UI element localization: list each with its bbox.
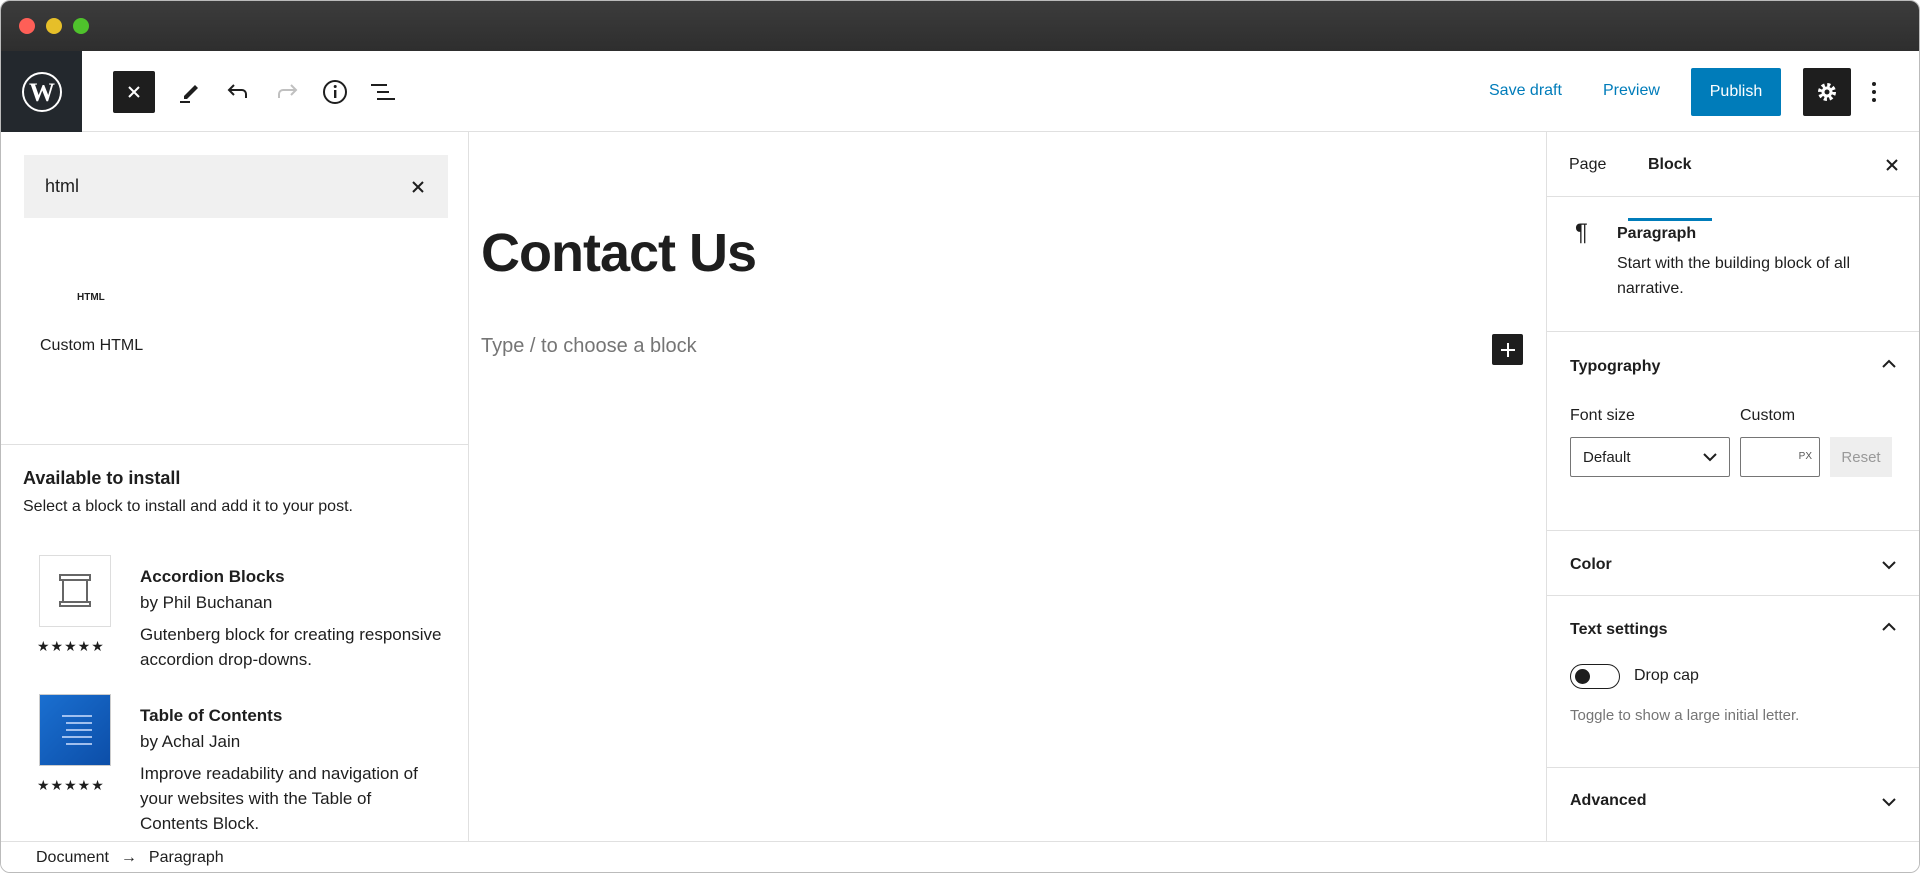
- top-toolbar: W Save draft Preview Publish: [1, 51, 1919, 132]
- tab-page[interactable]: Page: [1569, 156, 1606, 174]
- custom-font-size-input[interactable]: PX: [1740, 437, 1820, 477]
- minimize-window-button[interactable]: [46, 18, 62, 34]
- close-sidebar-icon[interactable]: [1885, 158, 1899, 172]
- breadcrumb-document[interactable]: Document: [36, 849, 109, 867]
- settings-button[interactable]: [1803, 68, 1851, 116]
- tools-button[interactable]: [168, 71, 210, 113]
- info-icon: [323, 80, 347, 104]
- gear-icon: [1818, 83, 1836, 101]
- undo-icon: [227, 84, 247, 98]
- custom-label: Custom: [1740, 407, 1796, 424]
- close-inserter-button[interactable]: [113, 71, 155, 113]
- maximize-window-button[interactable]: [73, 18, 89, 34]
- block-label: Custom HTML: [40, 337, 144, 354]
- custom-html-block-item[interactable]: HTML Custom HTML: [17, 292, 167, 382]
- typography-toggle[interactable]: Typography: [1570, 358, 1660, 376]
- install-title: Available to install: [23, 468, 181, 488]
- drop-cap-help: Toggle to show a large initial letter.: [1570, 707, 1800, 724]
- advanced-panel[interactable]: Advanced: [1547, 768, 1919, 841]
- block-card: ¶ Paragraph Start with the building bloc…: [1547, 197, 1919, 332]
- add-block-button[interactable]: [1492, 334, 1523, 365]
- editor-window: W Save draft Preview Publish html HTML C…: [0, 0, 1920, 873]
- plugin-title: Table of Contents: [140, 706, 283, 725]
- save-draft-button[interactable]: Save draft: [1489, 82, 1562, 100]
- breadcrumb-paragraph[interactable]: Paragraph: [149, 849, 224, 867]
- chevron-up-icon[interactable]: [1881, 621, 1897, 633]
- svg-text:W: W: [29, 78, 55, 107]
- font-size-select[interactable]: Default: [1570, 437, 1730, 477]
- chevron-up-icon[interactable]: [1881, 358, 1897, 370]
- plugin-item[interactable]: ★★★★★ Table of Contents by Achal Jain Im…: [1, 691, 468, 833]
- advanced-toggle[interactable]: Advanced: [1570, 792, 1646, 810]
- rating-stars: ★★★★★: [37, 777, 105, 793]
- redo-icon: [278, 84, 298, 98]
- paragraph-icon: ¶: [1575, 219, 1588, 246]
- color-panel[interactable]: Color: [1547, 531, 1919, 596]
- drop-cap-toggle[interactable]: [1570, 664, 1620, 689]
- sidebar-tabs: Page Block: [1547, 132, 1919, 221]
- block-search-input[interactable]: html: [24, 155, 448, 218]
- close-icon: [128, 86, 140, 98]
- text-settings-panel: Text settings Drop cap Toggle to show a …: [1547, 596, 1919, 768]
- reset-button[interactable]: Reset: [1830, 437, 1892, 477]
- plugin-item[interactable]: ★★★★★ Accordion Blocks by Phil Buchanan …: [1, 552, 468, 682]
- plugin-author: by Phil Buchanan: [140, 593, 273, 612]
- more-vertical-icon: [1872, 82, 1876, 102]
- pencil-icon: [180, 85, 198, 103]
- undo-button[interactable]: [217, 71, 259, 113]
- page-title[interactable]: Contact Us: [481, 222, 757, 284]
- block-inserter-panel: html HTML Custom HTML Available to insta…: [1, 132, 469, 841]
- chevron-down-icon: [1703, 453, 1717, 462]
- publish-button[interactable]: Publish: [1691, 68, 1781, 116]
- plugin-author: by Achal Jain: [140, 732, 241, 751]
- accordion-plugin-icon: [39, 555, 111, 627]
- plugin-desc: Gutenberg block for creating responsive …: [140, 625, 442, 669]
- table-of-contents-plugin-icon: [39, 694, 111, 766]
- font-size-label: Font size: [1570, 407, 1635, 424]
- plugin-desc: Improve readability and navigation of yo…: [140, 764, 418, 833]
- block-desc: Start with the building block of all nar…: [1617, 255, 1851, 297]
- plugin-title: Accordion Blocks: [140, 567, 285, 586]
- divider: [1, 444, 468, 445]
- font-size-value: Default: [1583, 449, 1631, 466]
- search-value: html: [45, 176, 80, 196]
- list-view-button[interactable]: [362, 71, 404, 113]
- block-name: Paragraph: [1617, 225, 1697, 242]
- arrow-right-icon: →: [120, 849, 137, 866]
- plus-icon: [1500, 342, 1515, 357]
- clear-search-icon[interactable]: [410, 179, 426, 195]
- chevron-down-icon[interactable]: [1881, 796, 1897, 808]
- install-desc: Select a block to install and add it to …: [23, 498, 353, 515]
- chevron-down-icon[interactable]: [1881, 559, 1897, 571]
- paragraph-placeholder[interactable]: Type / to choose a block: [481, 335, 697, 358]
- text-settings-toggle[interactable]: Text settings: [1570, 621, 1668, 639]
- breadcrumb: Document → Paragraph: [1, 841, 1919, 872]
- editor-canvas: Contact Us Type / to choose a block: [469, 132, 1546, 841]
- typography-panel: Typography Font size Custom Default PX R…: [1547, 332, 1919, 531]
- title-bar: [1, 1, 1919, 51]
- rating-stars: ★★★★★: [37, 638, 105, 654]
- settings-sidebar: Page Block ¶ Paragraph Start with the bu…: [1546, 132, 1919, 841]
- html-icon: HTML: [77, 292, 105, 303]
- drop-cap-label: Drop cap: [1634, 667, 1699, 684]
- preview-button[interactable]: Preview: [1603, 82, 1660, 100]
- list-view-icon: [371, 84, 395, 100]
- wordpress-logo-icon[interactable]: W: [1, 51, 82, 132]
- color-toggle[interactable]: Color: [1570, 556, 1612, 574]
- redo-button[interactable]: [266, 71, 308, 113]
- unit-label: PX: [1798, 451, 1812, 462]
- details-button[interactable]: [314, 71, 356, 113]
- more-options-button[interactable]: [1854, 71, 1894, 113]
- close-window-button[interactable]: [19, 18, 35, 34]
